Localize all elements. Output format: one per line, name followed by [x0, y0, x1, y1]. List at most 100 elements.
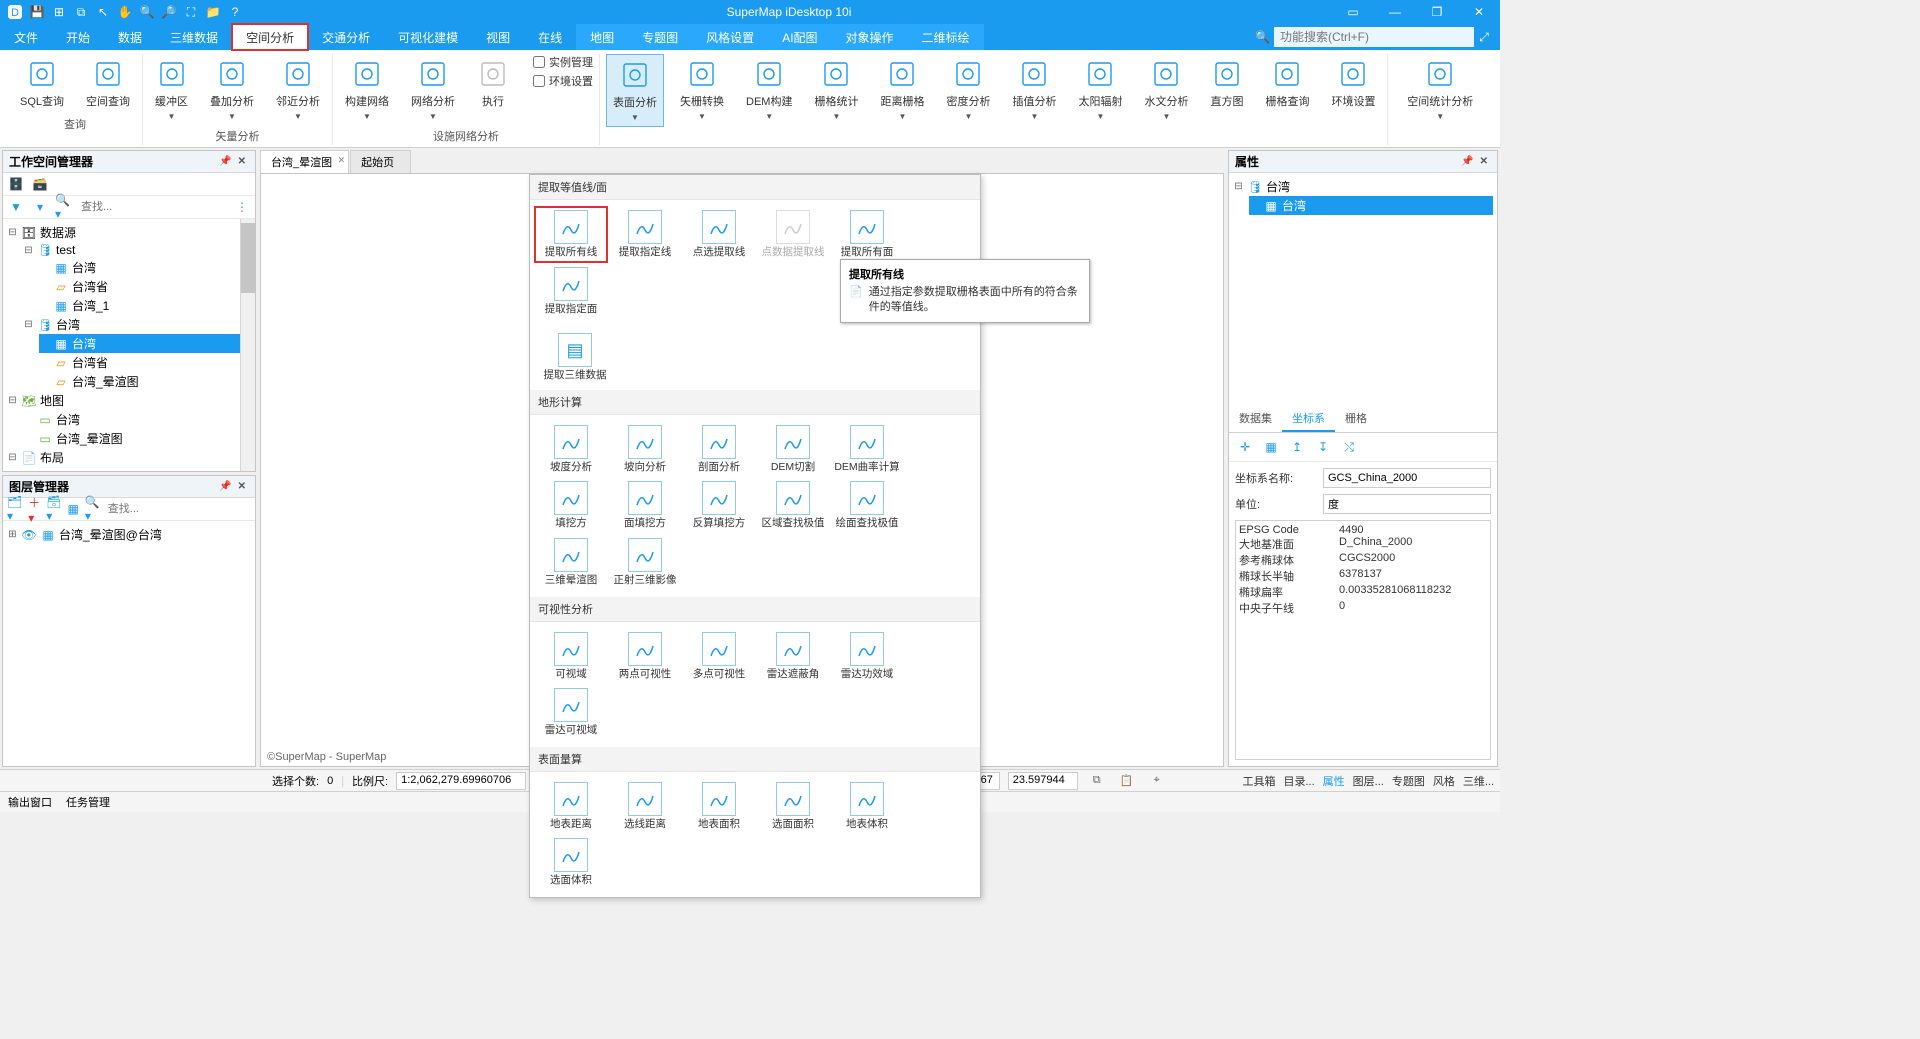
gallery-坡度分析[interactable]: 坡度分析	[534, 421, 608, 478]
gallery-选面体积[interactable]: 选面体积	[534, 834, 608, 891]
props-tree[interactable]: ⊟🛢台湾 ▦台湾	[1229, 173, 1497, 406]
minimize-icon[interactable]: —	[1374, 0, 1416, 24]
menu-空间分析[interactable]: 空间分析	[232, 24, 308, 50]
help-icon[interactable]: ?	[224, 1, 246, 23]
gallery-面填挖方[interactable]: 面填挖方	[608, 477, 682, 534]
menu-交通分析[interactable]: 交通分析	[308, 24, 384, 50]
workspace-search-input[interactable]	[79, 199, 227, 215]
gallery-选线距离[interactable]: 选线距离	[608, 778, 682, 835]
menu-专题图[interactable]: 专题图	[628, 24, 692, 50]
status-tab-风格[interactable]: 风格	[1433, 773, 1455, 789]
ribbon-hist-button[interactable]: 直方图	[1204, 54, 1249, 127]
add-icon[interactable]: ＋▾	[28, 501, 40, 517]
ribbon-hydro-button[interactable]: 水文分析▼	[1138, 54, 1194, 127]
ribbon-interp-button[interactable]: 插值分析▼	[1006, 54, 1062, 127]
gallery-DEM切割[interactable]: DEM切割	[756, 421, 830, 478]
bottom-tab-output[interactable]: 输出窗口	[8, 794, 52, 810]
layer-style-icon[interactable]: ▦	[67, 501, 78, 517]
center-y-field[interactable]: 23.597944	[1008, 772, 1078, 790]
gallery-多点可视性[interactable]: 多点可视性	[682, 628, 756, 685]
ribbon-sql-button[interactable]: SQL查询	[14, 54, 70, 113]
gallery-三维晕渲图[interactable]: 三维晕渲图	[534, 534, 608, 591]
menu-数据[interactable]: 数据	[104, 24, 156, 50]
status-tab-三维...[interactable]: 三维...	[1463, 773, 1494, 789]
tab-台湾_晕渲图[interactable]: 台湾_晕渲图✕	[260, 150, 349, 173]
gallery-提取所有面[interactable]: 提取所有面	[830, 206, 904, 263]
menu-视图[interactable]: 视图	[472, 24, 524, 50]
search-toggle-icon[interactable]: 🔍▾	[85, 501, 100, 517]
gallery-填挖方[interactable]: 填挖方	[534, 477, 608, 534]
menu-开始[interactable]: 开始	[52, 24, 104, 50]
new-icon[interactable]: ⊞	[48, 1, 70, 23]
hand-icon[interactable]: ✋	[114, 1, 136, 23]
pointer-icon[interactable]: ↖	[92, 1, 114, 23]
close-icon[interactable]: ✕	[1458, 0, 1500, 24]
collapse-all-icon[interactable]: ▼	[7, 199, 25, 215]
visible-icon[interactable]: 👁	[21, 528, 37, 542]
ribbon-check-环境设置[interactable]: 环境设置	[533, 73, 593, 89]
ribbon-spatial-button[interactable]: 空间查询	[80, 54, 136, 113]
menu-对象操作[interactable]: 对象操作	[832, 24, 908, 50]
app-logo-icon[interactable]: D	[4, 1, 26, 23]
gallery-选面面积[interactable]: 选面面积	[756, 778, 830, 835]
zoom-out-icon[interactable]: 🔎	[158, 1, 180, 23]
gallery-绘面查找极值[interactable]: 绘面查找极值	[830, 477, 904, 534]
gallery-两点可视性[interactable]: 两点可视性	[608, 628, 682, 685]
gallery-反算填挖方[interactable]: 反算填挖方	[682, 477, 756, 534]
crs-tool2-icon[interactable]: ▦	[1261, 438, 1281, 456]
panel-close-icon[interactable]: ✕	[235, 156, 249, 167]
gallery-正射三维影像[interactable]: 正射三维影像	[608, 534, 682, 591]
gallery-提取三维数据[interactable]: ▤提取三维数据	[538, 329, 612, 386]
ribbon-spatstat-button[interactable]: 空间统计分析▼	[1401, 54, 1479, 125]
menu-可视化建模[interactable]: 可视化建模	[384, 24, 472, 50]
gallery-区域查找极值[interactable]: 区域查找极值	[756, 477, 830, 534]
workspace-file-icon[interactable]: 🗄️	[7, 176, 25, 192]
add-layer-icon[interactable]: 🗂▾	[7, 501, 22, 517]
scale-field[interactable]: 1:2,062,279.69960706	[396, 772, 526, 790]
gallery-提取所有线[interactable]: 提取所有线	[534, 206, 608, 263]
tab-起始页[interactable]: 起始页	[350, 150, 411, 173]
crs-transform-icon[interactable]: ⤭	[1339, 438, 1359, 456]
gallery-坡向分析[interactable]: 坡向分析	[608, 421, 682, 478]
copy-icon[interactable]: ⧉	[70, 1, 92, 23]
gallery-点选提取线[interactable]: 点选提取线	[682, 206, 756, 263]
menu-三维数据[interactable]: 三维数据	[156, 24, 232, 50]
crs-import-icon[interactable]: ↧	[1313, 438, 1333, 456]
expand-ribbon-icon[interactable]: ⤢	[1474, 27, 1494, 47]
ribbon-solar-button[interactable]: 太阳辐射▼	[1072, 54, 1128, 127]
ribbon-netanalysis-button[interactable]: 网络分析▼	[405, 54, 461, 125]
folder-icon[interactable]: 📁	[202, 1, 224, 23]
gallery-提取指定线[interactable]: 提取指定线	[608, 206, 682, 263]
ribbon-stats-button[interactable]: 栅格统计▼	[808, 54, 864, 127]
layer-tree[interactable]: ⊞ 👁 ▦ 台湾_晕渲图@台湾	[3, 521, 255, 766]
ribbon-buffer-button[interactable]: 缓冲区▼	[149, 54, 194, 125]
panel-close-icon[interactable]: ✕	[235, 481, 249, 492]
search-toggle-icon[interactable]: 🔍▾	[55, 199, 73, 215]
ribbon-distance-button[interactable]: 距离栅格▼	[874, 54, 930, 127]
bottom-tab-tasks[interactable]: 任务管理	[66, 794, 110, 810]
gallery-雷达功效域[interactable]: 雷达功效域	[830, 628, 904, 685]
zoom-in-icon[interactable]: 🔍	[136, 1, 158, 23]
paste-coord-icon[interactable]: 📋	[1116, 772, 1138, 790]
menu-地图[interactable]: 地图	[576, 24, 628, 50]
crs-name-field[interactable]	[1323, 468, 1491, 488]
function-search-input[interactable]	[1274, 27, 1474, 47]
extent-icon[interactable]: ⛶	[180, 1, 202, 23]
gallery-地表体积[interactable]: 地表体积	[830, 778, 904, 835]
prop-tab-数据集[interactable]: 数据集	[1229, 406, 1282, 432]
ribbon-surface-button[interactable]: 表面分析▼	[606, 54, 664, 127]
pin-icon[interactable]: 📌	[216, 156, 234, 167]
status-tab-图层...[interactable]: 图层...	[1353, 773, 1384, 789]
pin-icon[interactable]: 📌	[1458, 156, 1476, 167]
status-tab-专题图[interactable]: 专题图	[1392, 773, 1425, 789]
ribbon-overlay-button[interactable]: 叠加分析▼	[204, 54, 260, 125]
gallery-可视域[interactable]: 可视域	[534, 628, 608, 685]
search-nav-icon[interactable]: ⋮	[233, 199, 251, 215]
layerset-icon[interactable]: 🗃▾	[46, 501, 61, 517]
menu-二维标绘[interactable]: 二维标绘	[908, 24, 984, 50]
menu-风格设置[interactable]: 风格设置	[692, 24, 768, 50]
status-tab-工具箱[interactable]: 工具箱	[1242, 773, 1275, 789]
filter-icon[interactable]: ▾	[31, 199, 49, 215]
ribbon-density-button[interactable]: 密度分析▼	[940, 54, 996, 127]
gallery-剖面分析[interactable]: 剖面分析	[682, 421, 756, 478]
